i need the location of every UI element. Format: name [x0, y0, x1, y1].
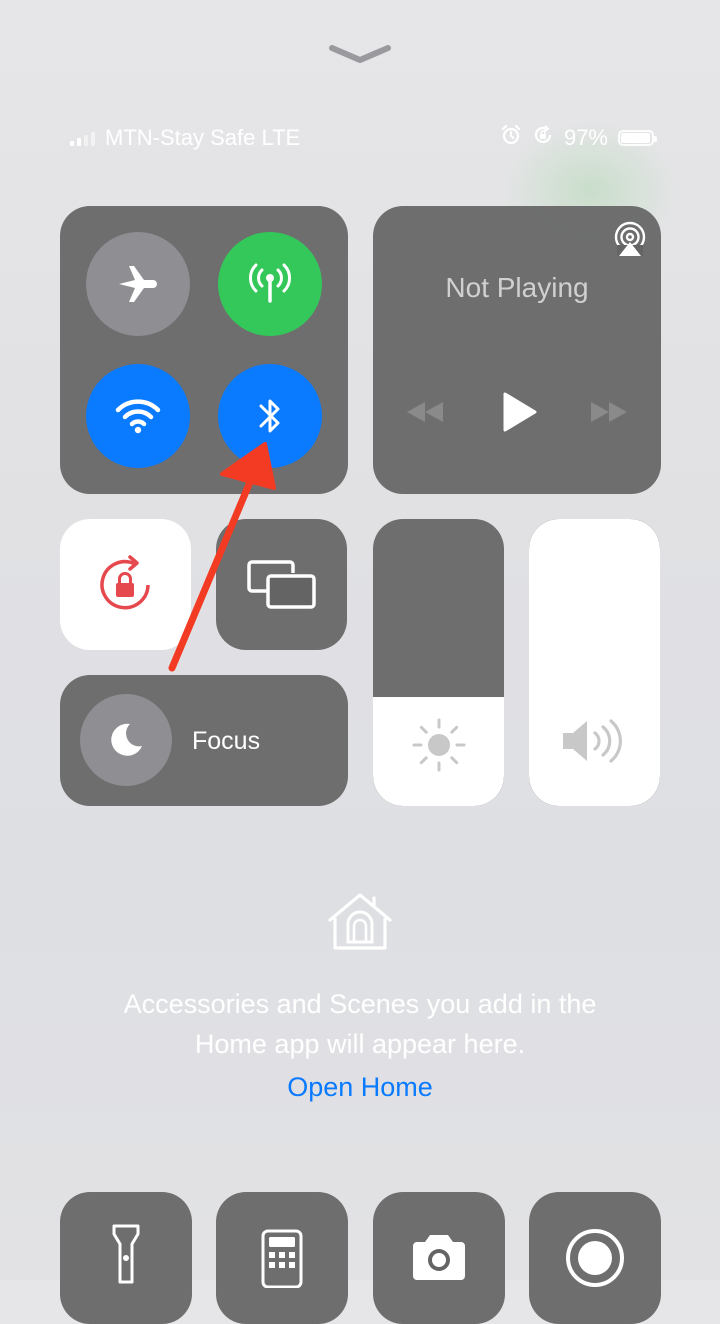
home-message-line-2: Home app will appear here. [194, 1029, 526, 1059]
screen-record-icon [566, 1229, 624, 1287]
orientation-lock-icon [100, 555, 150, 610]
flashlight-icon [112, 1224, 140, 1284]
camera-icon [413, 1235, 465, 1280]
rotation-lock-status-icon [532, 124, 554, 152]
cellular-antenna-icon [249, 263, 291, 303]
home-message: Accessories and Scenes you add in the Ho… [60, 984, 660, 1064]
speaker-icon [563, 719, 622, 763]
calculator-button[interactable] [216, 1192, 348, 1324]
sun-icon [412, 718, 466, 772]
airplane-mode-toggle[interactable] [86, 232, 190, 336]
airplay-icon[interactable] [611, 220, 649, 258]
status-bar-left: MTN-Stay Safe LTE [70, 122, 300, 154]
open-home-link: Open Home [0, 1072, 720, 1103]
airplane-icon [119, 266, 157, 302]
status-bar-right: 97% [500, 122, 657, 154]
now-playing-module[interactable]: Not Playing [373, 206, 661, 494]
camera-button[interactable] [373, 1192, 505, 1324]
brightness-slider[interactable] [373, 519, 504, 806]
screen-record-button[interactable] [529, 1192, 661, 1324]
focus-button[interactable]: Focus [60, 675, 348, 806]
moon-icon [111, 723, 142, 756]
flashlight-button[interactable] [60, 1192, 192, 1324]
home-icon [328, 893, 392, 950]
focus-label: Focus [192, 727, 261, 755]
rewind-icon[interactable] [403, 398, 447, 426]
carrier-label: MTN-Stay Safe LTE [105, 125, 301, 150]
battery-icon [618, 130, 657, 146]
calculator-icon [261, 1229, 303, 1288]
now-playing-title: Not Playing [445, 272, 589, 303]
signal-icon [70, 130, 95, 146]
open-home-link-text[interactable]: Open Home [287, 1072, 433, 1102]
red-arrow-annotation [168, 442, 276, 672]
battery-percent: 97% [563, 125, 608, 150]
dismiss-chevron-icon[interactable] [328, 40, 392, 66]
cellular-data-toggle[interactable] [218, 232, 322, 336]
home-message-line-1: Accessories and Scenes you add in the [123, 989, 597, 1019]
alarm-icon [500, 124, 522, 152]
volume-slider[interactable] [529, 519, 660, 806]
fast-forward-icon[interactable] [587, 398, 631, 426]
focus-icon-circle [80, 694, 172, 786]
play-icon[interactable] [499, 390, 539, 434]
